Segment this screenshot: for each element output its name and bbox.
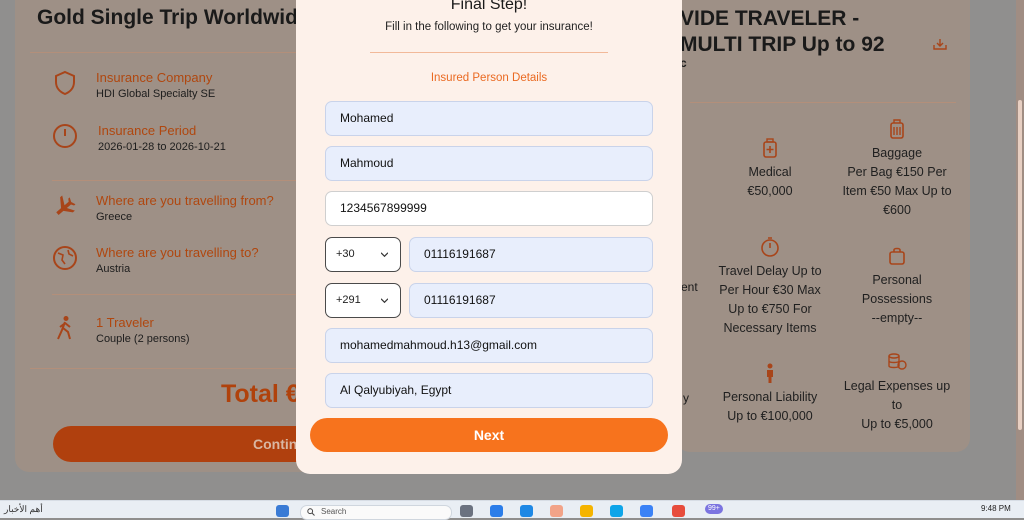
id-number-input[interactable]: 1234567899999 — [325, 191, 653, 226]
first-name-input[interactable]: Mohamed — [325, 101, 653, 136]
traveler-value: Couple (2 persons) — [96, 333, 190, 345]
travel-to-label: Where are you travelling to? — [96, 245, 259, 260]
walking-person-icon — [57, 316, 71, 340]
benefit-travel-delay: Travel Delay Up to Per Hour €30 Max Up t… — [710, 236, 830, 338]
start-icon[interactable] — [276, 505, 289, 517]
benefit-legal-expenses: Legal Expenses up to Up to €5,000 — [837, 351, 957, 434]
phone2-number-input[interactable]: 01116191687 — [409, 283, 653, 318]
browser-icon[interactable] — [550, 505, 563, 517]
chevron-down-icon — [381, 298, 388, 304]
page-scrollbar[interactable] — [1016, 0, 1024, 500]
download-icon[interactable] — [932, 36, 948, 52]
right-plan-title: VIDE TRAVELER - MULTI TRIP Up to 92 c — [680, 6, 885, 70]
divider — [30, 52, 298, 53]
news-widget[interactable]: أهم الأخبار — [4, 504, 43, 515]
benefit-medical-label: Medical €50,000 — [747, 165, 793, 198]
insurance-period-label: Insurance Period — [98, 123, 197, 138]
traveler-label: 1 Traveler — [96, 315, 154, 330]
chrome-icon[interactable] — [672, 505, 685, 517]
modal-subtitle: Fill in the following to get your insura… — [385, 21, 593, 33]
notification-badge: 99+ — [705, 504, 723, 514]
insurance-company-value: HDI Global Specialty SE — [96, 88, 216, 100]
clock[interactable]: 9:48 PM — [981, 504, 1011, 513]
benefit-personal-possessions: Personal Possessions --empty-- — [837, 245, 957, 328]
scrollbar-thumb[interactable] — [1018, 100, 1022, 430]
benefit-travel-delay-label: Travel Delay Up to Per Hour €30 Max Up t… — [718, 264, 822, 335]
app-icon[interactable] — [520, 505, 533, 517]
phone2-country-code-value: +291 — [336, 294, 361, 306]
bag-icon — [889, 247, 905, 265]
left-plan-title: Gold Single Trip Worldwide — [37, 6, 310, 29]
person-icon — [767, 363, 773, 383]
windows-taskbar: أهم الأخبار Search 99+ 9:48 PM — [0, 500, 1024, 520]
right-plan-title-line1: VIDE TRAVELER - — [680, 7, 860, 30]
modal-divider — [370, 52, 608, 53]
task-view-icon[interactable] — [460, 505, 473, 517]
divider — [30, 368, 298, 369]
taskbar-search-placeholder: Search — [321, 507, 347, 516]
shield-icon — [55, 70, 75, 96]
right-plan-title-line3: c — [680, 56, 687, 70]
search-icon — [307, 508, 315, 516]
phone1-country-code-select[interactable]: +30 — [325, 237, 401, 272]
continue-button[interactable]: Contin — [53, 426, 315, 462]
insurance-form-modal: Final Step! Fill in the following to get… — [296, 0, 682, 474]
insurance-period-value: 2026-01-28 to 2026-10-21 — [98, 141, 226, 153]
clock-icon — [53, 124, 77, 148]
total-price: Total € — [221, 380, 300, 408]
vscode-icon[interactable] — [490, 505, 503, 517]
timer-icon — [761, 237, 779, 257]
divider — [690, 102, 956, 103]
last-name-input[interactable]: Mahmoud — [325, 146, 653, 181]
travel-to-value: Austria — [96, 263, 131, 275]
right-plan-title-line2: MULTI TRIP Up to 92 — [680, 33, 885, 56]
divider — [52, 180, 298, 181]
luggage-icon — [890, 119, 904, 139]
phone1-country-code-value: +30 — [336, 248, 355, 260]
travel-from-label: Where are you travelling from? — [96, 193, 274, 208]
benefit-medical: Medical €50,000 — [710, 137, 830, 201]
benefit-fragment: y — [683, 391, 689, 405]
benefit-baggage-label: Baggage Per Bag €150 Per Item €50 Max Up… — [842, 146, 952, 217]
coins-icon — [888, 353, 907, 370]
insured-person-section-title: Insured Person Details — [430, 72, 548, 84]
benefit-personal-liability-label: Personal Liability Up to €100,000 — [722, 390, 818, 423]
phone1-number-input[interactable]: 01116191687 — [409, 237, 653, 272]
medical-kit-icon — [763, 138, 777, 158]
continue-button-label: Contin — [253, 436, 298, 452]
benefit-fragment: ent — [681, 280, 698, 294]
email-input[interactable]: mohamedmahmoud.h13@gmail.com — [325, 328, 653, 363]
airplane-icon — [56, 195, 76, 215]
phone2-country-code-select[interactable]: +291 — [325, 283, 401, 318]
edge-icon[interactable] — [610, 505, 623, 517]
taskbar-search[interactable]: Search — [300, 505, 452, 520]
divider — [52, 294, 298, 295]
travel-from-value: Greece — [96, 211, 133, 223]
file-explorer-icon[interactable] — [580, 505, 593, 517]
chevron-down-icon — [381, 252, 388, 258]
address-input[interactable]: Al Qalyubiyah, Egypt — [325, 373, 653, 408]
benefit-baggage: Baggage Per Bag €150 Per Item €50 Max Up… — [837, 118, 957, 220]
benefit-personal-liability: Personal Liability Up to €100,000 — [710, 362, 830, 426]
benefit-personal-possessions-label: Personal Possessions --empty-- — [861, 273, 933, 325]
benefit-legal-expenses-label: Legal Expenses up to Up to €5,000 — [843, 379, 951, 431]
modal-title: Final Step! — [450, 0, 528, 13]
insurance-company-label: Insurance Company — [96, 70, 213, 85]
globe-icon — [53, 246, 77, 270]
next-button[interactable]: Next — [310, 418, 668, 452]
store-icon[interactable] — [640, 505, 653, 517]
